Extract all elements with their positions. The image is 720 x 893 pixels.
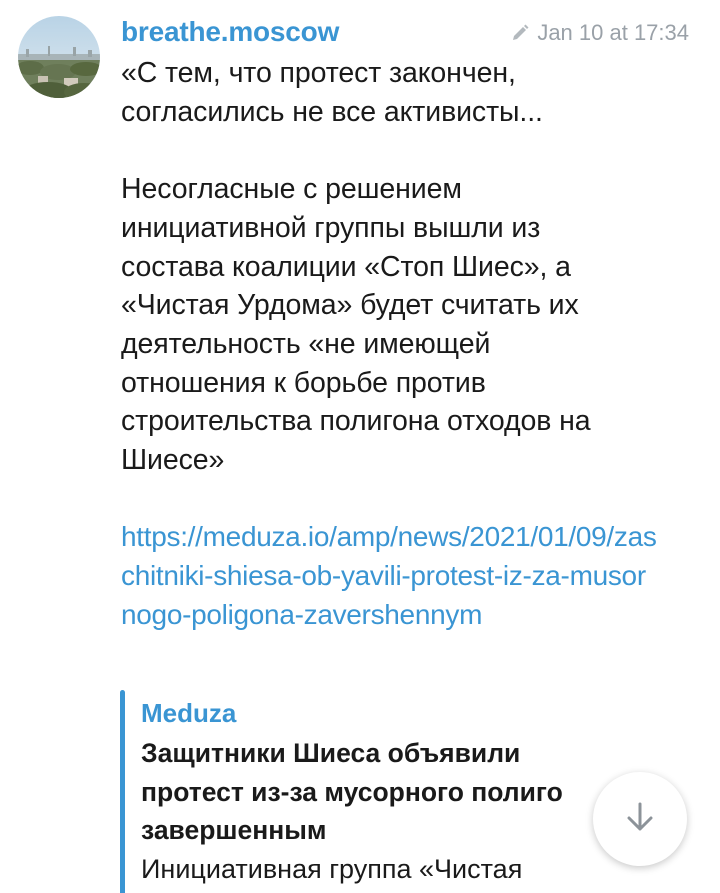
message-meta: Jan 10 at 17:34 [511, 20, 689, 46]
arrow-down-icon [622, 799, 658, 840]
preview-site-name: Meduza [141, 698, 237, 728]
link-preview[interactable]: Meduza Защитники Шиеса объявили протест … [120, 690, 680, 893]
message-timestamp: Jan 10 at 17:34 [537, 20, 689, 45]
message-text: «С тем, что протест закончен, согласилис… [121, 57, 591, 477]
channel-message: breathe.moscow Jan 10 at 17:34 «С тем, ч… [121, 12, 701, 635]
preview-description: Инициативная группа «Чистая [141, 854, 523, 884]
channel-name[interactable]: breathe.moscow [121, 16, 339, 48]
message-header: breathe.moscow Jan 10 at 17:34 [121, 12, 701, 54]
scroll-down-button[interactable] [593, 772, 687, 866]
message-view: breathe.moscow Jan 10 at 17:34 «С тем, ч… [0, 0, 720, 893]
preview-accent-bar [120, 690, 125, 893]
channel-avatar[interactable] [18, 16, 100, 98]
pencil-icon [511, 24, 529, 42]
city-skyline-photo-icon [18, 16, 100, 98]
preview-title: Защитники Шиеса объявили протест из-за м… [141, 738, 563, 845]
message-link[interactable]: https://meduza.io/amp/news/2021/01/09/za… [121, 518, 661, 634]
